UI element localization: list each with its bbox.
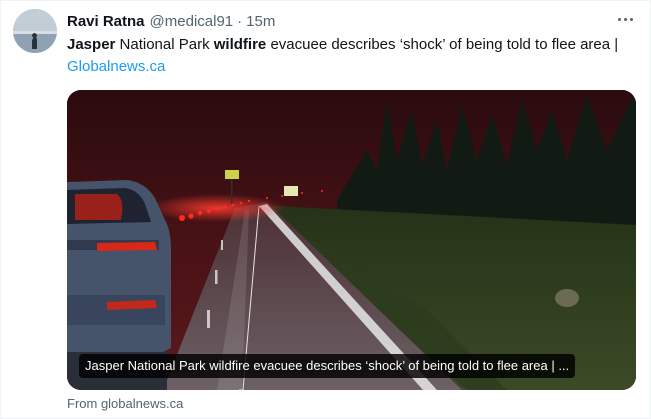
author-name[interactable]: Ravi Ratna <box>67 13 145 30</box>
tweet-text-bold-1: Jasper <box>67 36 116 53</box>
more-options-button[interactable] <box>614 9 636 29</box>
more-horizontal-icon <box>616 17 634 21</box>
author-handle[interactable]: @medical91 <box>150 13 234 30</box>
tweet-header: Ravi Ratna @medical91 · 15m <box>67 11 638 31</box>
card-caption: Jasper National Park wildfire evacuee de… <box>79 354 576 378</box>
timestamp[interactable]: 15m <box>246 13 275 30</box>
card-source[interactable]: From globalnews.ca <box>67 396 183 411</box>
tweet-text-part-2: National Park <box>115 36 214 53</box>
source-link[interactable]: Globalnews.ca <box>67 58 165 75</box>
tweet-text-part-4: evacuee describes ‘shock’ of being told … <box>266 36 619 53</box>
tweet-text-bold-2: wildfire <box>213 36 267 53</box>
separator: · <box>237 12 243 30</box>
link-card[interactable]: Jasper National Park wildfire evacuee de… <box>67 90 636 390</box>
card-photo <box>67 90 636 390</box>
avatar[interactable] <box>13 9 57 53</box>
tweet-text: Jasper National Park wildfire evacuee de… <box>67 34 627 78</box>
tweet[interactable]: Ravi Ratna @medical91 · 15m Jasper Natio… <box>0 0 651 419</box>
